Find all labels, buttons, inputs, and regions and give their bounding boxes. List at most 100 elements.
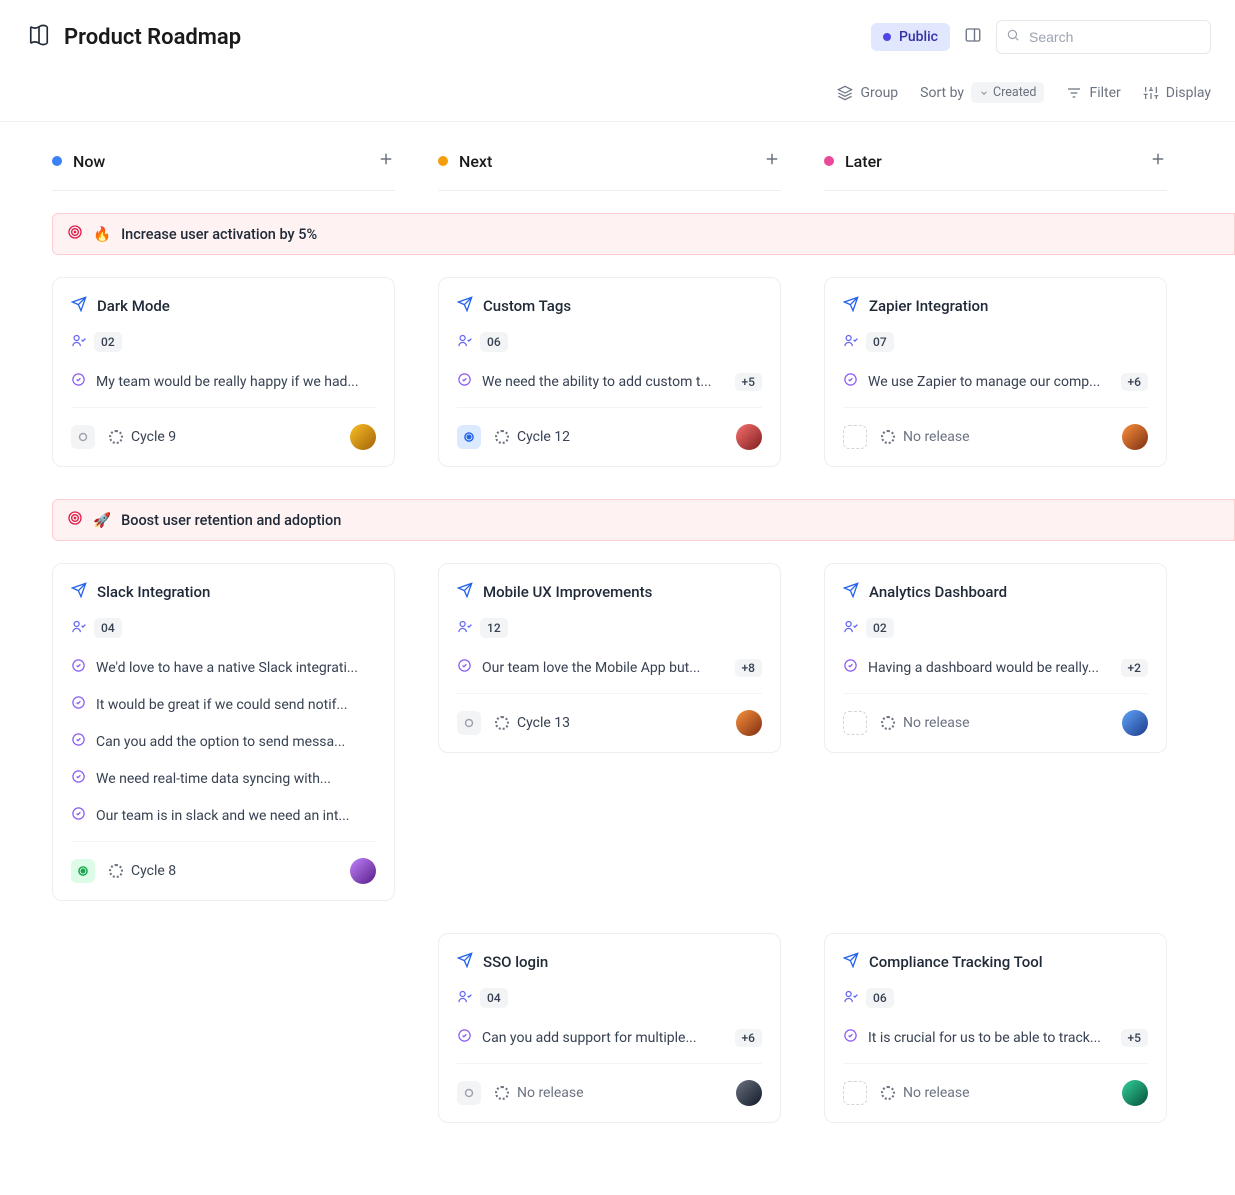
assignee-avatar[interactable] <box>350 424 376 450</box>
add-card-button[interactable] <box>377 150 395 172</box>
insight-row[interactable]: We need the ability to add custom t... +… <box>457 368 762 395</box>
cycle-label[interactable]: No release <box>881 715 970 731</box>
cycle-icon <box>495 430 509 444</box>
insight-text: Our team is in slack and we need an int.… <box>96 808 376 824</box>
objective-emoji: 🚀 <box>93 512 111 529</box>
assignee-avatar[interactable] <box>350 858 376 884</box>
card-title: SSO login <box>483 953 548 971</box>
insight-row[interactable]: It would be great if we could send notif… <box>71 691 376 718</box>
insight-text: We need the ability to add custom t... <box>482 374 725 390</box>
insight-icon <box>71 372 86 391</box>
card-title: Zapier Integration <box>869 297 988 315</box>
roadmap-card[interactable]: Compliance Tracking Tool 06 It is crucia… <box>824 933 1167 1123</box>
more-count-badge[interactable]: +2 <box>1121 659 1148 677</box>
cycle-label[interactable]: No release <box>495 1085 584 1101</box>
customer-count: 02 <box>94 332 122 352</box>
roadmap-card[interactable]: Zapier Integration 07 We use Zapier to m… <box>824 277 1167 467</box>
insight-icon <box>71 732 86 751</box>
search-icon <box>1006 28 1020 46</box>
objective-banner[interactable]: 🔥 Increase user activation by 5% <box>52 213 1235 255</box>
cycle-icon <box>109 430 123 444</box>
insight-row[interactable]: My team would be really happy if we had.… <box>71 368 376 395</box>
cycle-label[interactable]: Cycle 12 <box>495 429 570 445</box>
cycle-label[interactable]: Cycle 8 <box>109 863 176 879</box>
insight-text: Can you add the option to send messa... <box>96 734 376 750</box>
customers-icon <box>457 333 472 352</box>
assignee-avatar[interactable] <box>736 710 762 736</box>
more-count-badge[interactable]: +6 <box>735 1029 762 1047</box>
add-card-button[interactable] <box>763 150 781 172</box>
sortby-value-chip[interactable]: Created <box>971 82 1044 103</box>
cycle-label[interactable]: Cycle 9 <box>109 429 176 445</box>
card-title: Dark Mode <box>97 297 170 315</box>
assignee-avatar[interactable] <box>736 1080 762 1106</box>
panel-toggle-icon[interactable] <box>964 26 982 48</box>
card-title: Analytics Dashboard <box>869 583 1007 601</box>
insight-row[interactable]: Having a dashboard would be really... +2 <box>843 654 1148 681</box>
roadmap-card[interactable]: Slack Integration 04 We'd love to have a… <box>52 563 395 901</box>
objective-banner[interactable]: 🚀 Boost user retention and adoption <box>52 499 1235 541</box>
filter-button[interactable]: Filter <box>1066 85 1120 101</box>
feature-icon <box>843 582 859 602</box>
insight-row[interactable]: It is crucial for us to be able to track… <box>843 1024 1148 1051</box>
cycle-label[interactable]: Cycle 13 <box>495 715 570 731</box>
roadmap-card[interactable]: Mobile UX Improvements 12 Our team love … <box>438 563 781 753</box>
cycle-label[interactable]: No release <box>881 1085 970 1101</box>
more-count-badge[interactable]: +5 <box>735 373 762 391</box>
feature-icon <box>71 582 87 602</box>
cycle-icon <box>495 716 509 730</box>
insight-text: Can you add support for multiple... <box>482 1030 725 1046</box>
sortby-button[interactable]: Sort by Created <box>920 82 1044 103</box>
add-card-button[interactable] <box>1149 150 1167 172</box>
insight-text: It would be great if we could send notif… <box>96 697 376 713</box>
assignee-avatar[interactable] <box>1122 424 1148 450</box>
assignee-avatar[interactable] <box>736 424 762 450</box>
insight-row[interactable]: Our team love the Mobile App but... +8 <box>457 654 762 681</box>
status-icon <box>71 859 95 883</box>
sortby-value: Created <box>993 85 1036 100</box>
insight-text: Having a dashboard would be really... <box>868 660 1111 676</box>
roadmap-card[interactable]: Analytics Dashboard 02 Having a dashboar… <box>824 563 1167 753</box>
visibility-badge[interactable]: Public <box>871 23 950 51</box>
insight-icon <box>457 372 472 391</box>
insight-row[interactable]: Can you add support for multiple... +6 <box>457 1024 762 1051</box>
objective-emoji: 🔥 <box>93 226 111 243</box>
target-icon <box>67 510 83 530</box>
feature-icon <box>843 952 859 972</box>
roadmap-card[interactable]: Dark Mode 02 My team would be really hap… <box>52 277 395 467</box>
roadmap-card[interactable]: Custom Tags 06 We need the ability to ad… <box>438 277 781 467</box>
customer-count: 04 <box>94 618 122 638</box>
insight-text: We use Zapier to manage our comp... <box>868 374 1111 390</box>
more-count-badge[interactable]: +6 <box>1121 373 1148 391</box>
cycle-icon <box>495 1086 509 1100</box>
insight-row[interactable]: Our team is in slack and we need an int.… <box>71 802 376 829</box>
more-count-badge[interactable]: +5 <box>1121 1029 1148 1047</box>
more-count-badge[interactable]: +8 <box>735 659 762 677</box>
status-icon <box>843 1081 867 1105</box>
customer-count: 06 <box>866 988 894 1008</box>
group-button[interactable]: Group <box>837 85 898 101</box>
cycle-label[interactable]: No release <box>881 429 970 445</box>
insight-icon <box>843 372 858 391</box>
search-input[interactable] <box>996 20 1211 54</box>
assignee-avatar[interactable] <box>1122 1080 1148 1106</box>
insight-icon <box>457 1028 472 1047</box>
status-dot-icon <box>883 33 891 41</box>
insight-row[interactable]: We need real-time data syncing with... <box>71 765 376 792</box>
display-label: Display <box>1166 85 1211 101</box>
feature-icon <box>457 296 473 316</box>
column-dot-icon <box>52 156 62 166</box>
insight-row[interactable]: Can you add the option to send messa... <box>71 728 376 755</box>
cycle-text: No release <box>517 1085 584 1101</box>
insight-icon <box>71 806 86 825</box>
status-icon <box>457 1081 481 1105</box>
insight-row[interactable]: We'd love to have a native Slack integra… <box>71 654 376 681</box>
assignee-avatar[interactable] <box>1122 710 1148 736</box>
column-header: Next <box>438 150 781 191</box>
status-icon <box>843 425 867 449</box>
insight-row[interactable]: We use Zapier to manage our comp... +6 <box>843 368 1148 395</box>
cycle-icon <box>109 864 123 878</box>
roadmap-card[interactable]: SSO login 04 Can you add support for mul… <box>438 933 781 1123</box>
display-button[interactable]: Display <box>1143 85 1211 101</box>
roadmap-icon <box>28 24 50 50</box>
